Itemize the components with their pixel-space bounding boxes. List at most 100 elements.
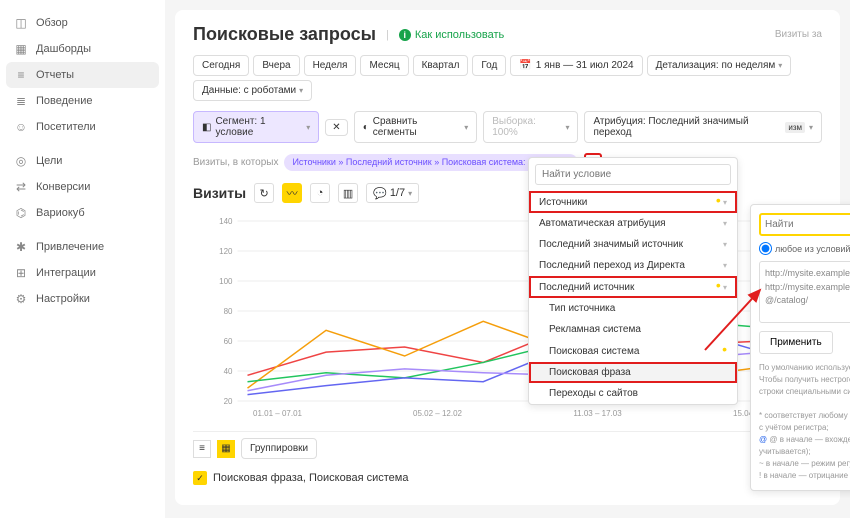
condition-item[interactable]: Последний значимый источник ▾ bbox=[529, 234, 737, 255]
sidebar-item-dashboards[interactable]: ▦ Дашборды bbox=[0, 36, 165, 62]
chart-refresh[interactable]: ↻ bbox=[254, 183, 274, 203]
chart-metric[interactable]: 💬1/7▾ bbox=[366, 183, 419, 203]
metric-label: 1/7 bbox=[390, 187, 405, 199]
check-label: Поисковая фраза, Поисковая система bbox=[213, 472, 408, 484]
sample-label: Выборка: 100% bbox=[492, 116, 561, 138]
help-intro: По умолчанию используется строгое соотве… bbox=[759, 362, 850, 398]
detail-select[interactable]: Детализация: по неделям ▾ bbox=[647, 55, 792, 76]
condition-item[interactable]: Тип источника bbox=[529, 298, 737, 319]
sidebar-item-label: Вариокуб bbox=[36, 207, 85, 219]
condition-item[interactable]: Последний переход из Директа ▾ bbox=[529, 255, 737, 276]
segment-toolbar: ◧ Сегмент: 1 условие ▾ ✕ ◐ Сравнить сегмент… bbox=[193, 111, 822, 143]
condition-item[interactable]: Поисковая фраза bbox=[529, 362, 737, 383]
dot-icon: • bbox=[722, 341, 727, 357]
attribution-label: Атрибуция: Последний значимый переход bbox=[593, 116, 781, 138]
chart-title: Визиты bbox=[193, 185, 246, 201]
robots-select[interactable]: Данные: с роботами ▾ bbox=[193, 80, 312, 101]
apply-button[interactable]: Применить bbox=[759, 331, 833, 354]
sidebar-item-goals[interactable]: ◎Цели bbox=[0, 148, 165, 174]
condition-label: Тип источника bbox=[549, 303, 615, 314]
segment-icon: ◧ bbox=[202, 122, 211, 133]
chart-type-pie[interactable]: ◔ bbox=[310, 183, 330, 203]
detail-label: Детализация: по неделям bbox=[656, 60, 776, 71]
chevron-down-icon: ▾ bbox=[565, 123, 569, 132]
grouping-button[interactable]: Группировки bbox=[241, 438, 317, 459]
conversions-icon: ⇄ bbox=[14, 180, 28, 194]
sidebar-item-behavior[interactable]: ≣Поведение bbox=[0, 88, 165, 114]
chat-icon: 💬 bbox=[373, 187, 387, 200]
period-week[interactable]: Неделя bbox=[304, 55, 357, 76]
sidebar-item-variokub[interactable]: ⌬ Вариокуб bbox=[0, 200, 165, 226]
svg-text:60: 60 bbox=[224, 337, 233, 346]
sidebar-item-integrations[interactable]: ⊞ Интеграции bbox=[0, 260, 165, 286]
visits-for-label: Визиты за bbox=[775, 29, 822, 40]
variokub-icon: ⌬ bbox=[14, 206, 28, 220]
period-month[interactable]: Месяц bbox=[360, 55, 408, 76]
integrations-icon: ⊞ bbox=[14, 266, 28, 280]
grouping-list[interactable]: ≡ bbox=[193, 440, 211, 458]
sample-button[interactable]: Выборка: 100% ▾ bbox=[483, 111, 578, 143]
chevron-down-icon: ▾ bbox=[723, 240, 727, 249]
divider: | bbox=[386, 29, 389, 41]
condition-item[interactable]: Источники• ▾ bbox=[529, 191, 737, 213]
segment-button[interactable]: ◧ Сегмент: 1 условие ▾ bbox=[193, 111, 319, 143]
attribution-button[interactable]: Атрибуция: Последний значимый переход из… bbox=[584, 111, 822, 143]
segment-clear[interactable]: ✕ bbox=[325, 119, 347, 136]
period-year[interactable]: Год bbox=[472, 55, 506, 76]
period-yesterday[interactable]: Вчера bbox=[253, 55, 299, 76]
howto-link[interactable]: iКак использовать bbox=[399, 29, 504, 41]
chevron-down-icon: ▾ bbox=[299, 86, 303, 95]
svg-text:100: 100 bbox=[219, 277, 233, 286]
sidebar-item-label: Интеграции bbox=[36, 267, 96, 279]
grouping-row: ≡ ▦ Группировки bbox=[193, 431, 822, 465]
condition-label: Рекламная система bbox=[549, 324, 641, 335]
condition-label: Последний переход из Директа bbox=[539, 260, 685, 271]
check-icon[interactable]: ✓ bbox=[193, 471, 207, 485]
period-today[interactable]: Сегодня bbox=[193, 55, 249, 76]
condition-label: Источники bbox=[539, 197, 587, 208]
svg-text:80: 80 bbox=[224, 307, 233, 316]
sidebar-item-conversions[interactable]: ⇄Конверсии bbox=[0, 174, 165, 200]
sidebar-item-settings[interactable]: ⚙Настройки bbox=[0, 286, 165, 312]
sidebar-item-visitors[interactable]: ☺Посетители bbox=[0, 114, 165, 140]
condition-label: Последний значимый источник bbox=[539, 239, 683, 250]
value-popover: любое из условий все условия http://mysi… bbox=[750, 204, 850, 491]
condition-item[interactable]: Рекламная система bbox=[529, 319, 737, 340]
condition-item[interactable]: Поисковая система• bbox=[529, 340, 737, 362]
condition-item[interactable]: Автоматическая атрибуция ▾ bbox=[529, 213, 737, 234]
help-bang: ! в начале — отрицание условия. bbox=[759, 470, 850, 482]
radio-any-input[interactable] bbox=[759, 242, 772, 255]
sidebar: ◫Обзор ▦ Дашборды ≡Отчеты ≣Поведение ☺Пос… bbox=[0, 0, 165, 518]
compare-icon: ◐ bbox=[363, 122, 369, 133]
howto-label: Как использовать bbox=[415, 29, 504, 41]
sidebar-item-acquisition[interactable]: ✱Привлечение bbox=[0, 234, 165, 260]
radio-any[interactable]: любое из условий bbox=[759, 242, 850, 255]
sidebar-item-reports[interactable]: ≡Отчеты bbox=[6, 62, 159, 88]
find-input[interactable] bbox=[759, 213, 850, 236]
svg-text:01.01 – 07.01: 01.01 – 07.01 bbox=[253, 409, 302, 418]
condition-label: Автоматическая атрибуция bbox=[539, 218, 666, 229]
condition-item[interactable]: Переходы с сайтов bbox=[529, 383, 737, 404]
radio-row: любое из условий все условия bbox=[759, 242, 850, 255]
sidebar-item-overview[interactable]: ◫Обзор bbox=[0, 10, 165, 36]
chevron-down-icon: ▾ bbox=[306, 123, 310, 132]
condition-search[interactable] bbox=[535, 164, 731, 185]
chevron-down-icon: ▾ bbox=[721, 198, 727, 207]
chart-type-line[interactable]: 〰 bbox=[282, 183, 302, 203]
condition-item[interactable]: Последний источник• ▾ bbox=[529, 276, 737, 298]
grouping-tree[interactable]: ▦ bbox=[217, 440, 235, 458]
condition-label: Последний источник bbox=[539, 282, 634, 293]
compare-segments[interactable]: ◐Сравнить сегменты▾ bbox=[354, 111, 478, 143]
sidebar-item-label: Привлечение bbox=[36, 241, 104, 253]
daterange-picker[interactable]: 📅1 янв — 31 июл 2024 bbox=[510, 55, 642, 76]
sidebar-item-label: Дашборды bbox=[36, 43, 91, 55]
segment-label: Сегмент: 1 условие bbox=[215, 116, 302, 138]
period-quarter[interactable]: Квартал bbox=[413, 55, 469, 76]
condition-label: Переходы с сайтов bbox=[549, 388, 638, 399]
dashboards-icon: ▦ bbox=[14, 42, 28, 56]
sidebar-item-label: Настройки bbox=[36, 293, 90, 305]
calendar-icon: 📅 bbox=[519, 60, 531, 71]
compare-label: Сравнить сегменты bbox=[373, 116, 460, 138]
url-textarea[interactable]: http://mysite.example/cart.htmlhttp://my… bbox=[759, 261, 850, 323]
chart-type-bar[interactable]: ▥ bbox=[338, 183, 358, 203]
